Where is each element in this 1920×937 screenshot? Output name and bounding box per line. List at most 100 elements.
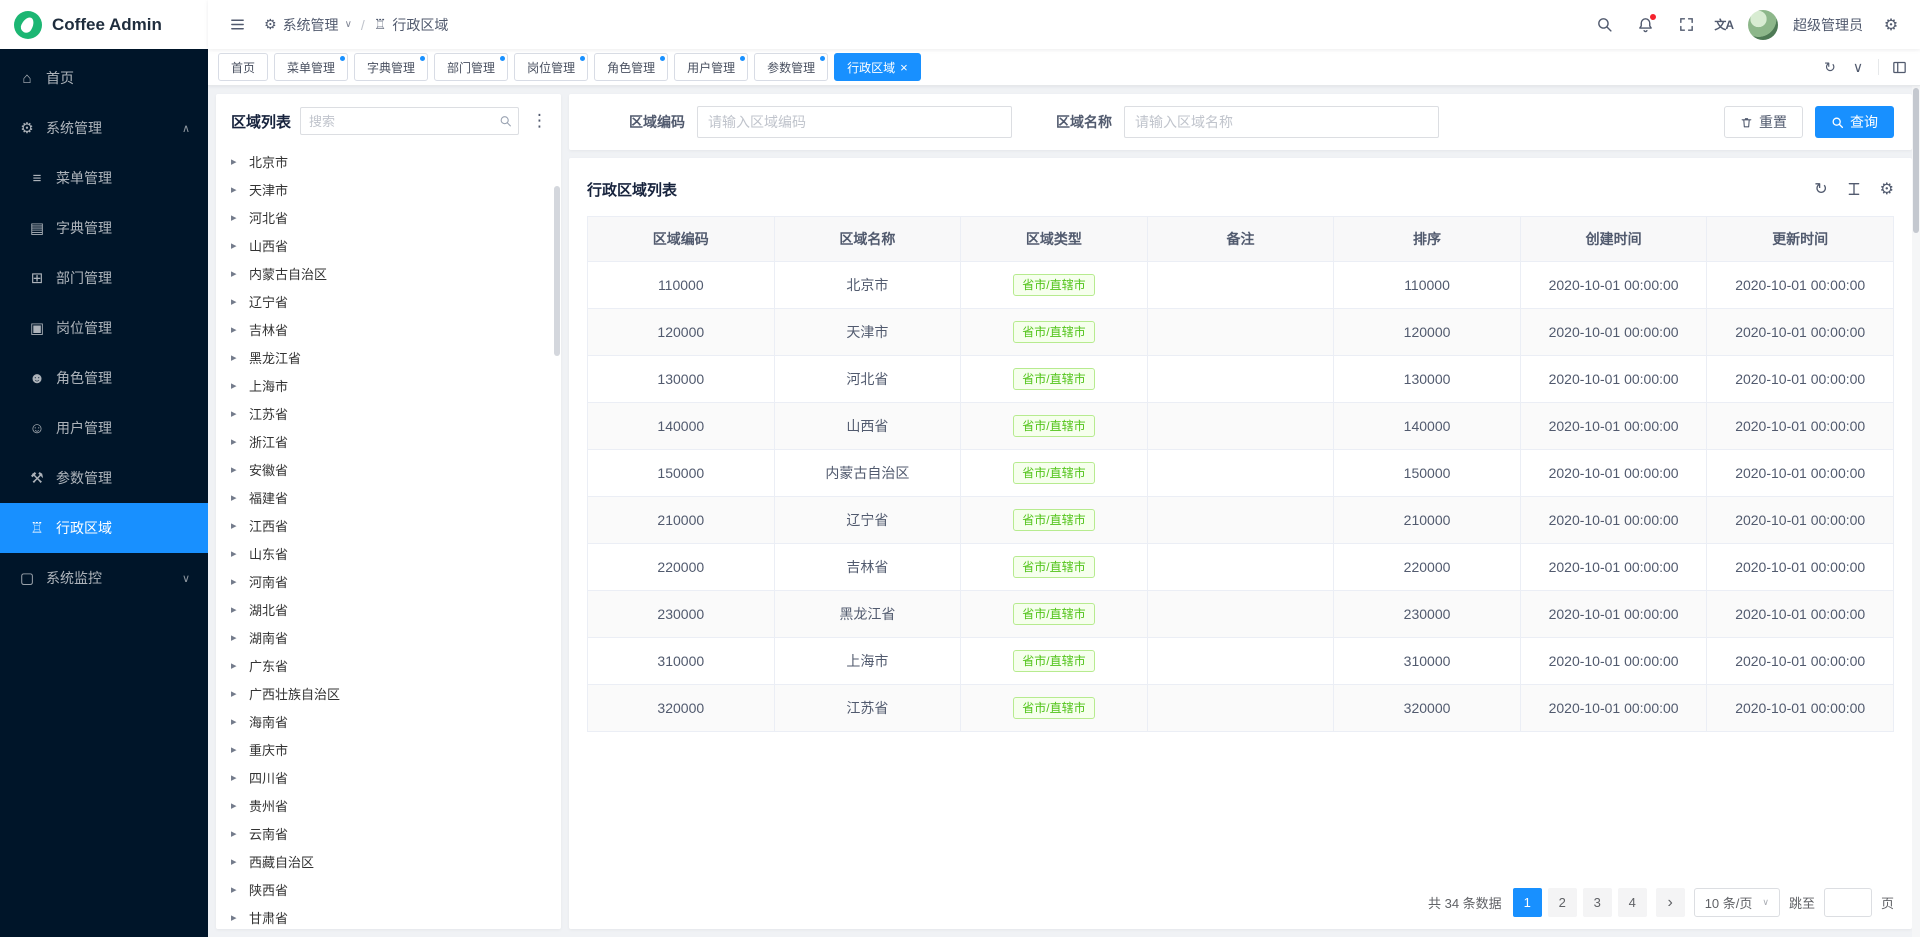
refresh-icon[interactable]: ↻: [1819, 54, 1841, 80]
sidebar-menu-item[interactable]: ⊞ 部门管理: [0, 253, 208, 303]
bell-icon[interactable]: [1632, 12, 1658, 38]
table-row[interactable]: 120000 天津市 省市/直辖市 120000 2020-10-01 00:0…: [588, 309, 1894, 356]
caret-right-icon[interactable]: ▸: [231, 183, 241, 196]
tab-close-icon[interactable]: ×: [900, 61, 908, 74]
tab[interactable]: 岗位管理 ×: [514, 53, 588, 81]
table-row[interactable]: 210000 辽宁省 省市/直辖市 210000 2020-10-01 00:0…: [588, 497, 1894, 544]
caret-right-icon[interactable]: ▸: [231, 295, 241, 308]
tree-node[interactable]: ▸ 江苏省: [216, 399, 561, 427]
tree-node[interactable]: ▸ 重庆市: [216, 735, 561, 763]
tree-node[interactable]: ▸ 安徽省: [216, 455, 561, 483]
caret-right-icon[interactable]: ▸: [231, 855, 241, 868]
column-header[interactable]: 排序: [1334, 217, 1521, 262]
tree-node[interactable]: ▸ 上海市: [216, 371, 561, 399]
reset-button[interactable]: 重置: [1724, 106, 1803, 138]
sidebar-menu-item[interactable]: ⌂ 首页: [0, 53, 208, 103]
caret-right-icon[interactable]: ▸: [231, 463, 241, 476]
sidebar-menu-item[interactable]: ☺ 用户管理: [0, 403, 208, 453]
caret-right-icon[interactable]: ▸: [231, 687, 241, 700]
caret-right-icon[interactable]: ▸: [231, 911, 241, 924]
tree-node[interactable]: ▸ 黑龙江省: [216, 343, 561, 371]
sidebar-menu-item[interactable]: ▢ 系统监控 ∨: [0, 553, 208, 603]
caret-right-icon[interactable]: ▸: [231, 715, 241, 728]
translate-icon[interactable]: 文A: [1714, 12, 1733, 38]
breadcrumb-root[interactable]: ⚙ 系统管理 ∨: [264, 15, 352, 35]
page-button[interactable]: 1: [1513, 888, 1542, 917]
tree-node[interactable]: ▸ 陕西省: [216, 875, 561, 903]
column-header[interactable]: 区域类型: [961, 217, 1148, 262]
caret-right-icon[interactable]: ▸: [231, 631, 241, 644]
more-options-icon[interactable]: ⋮: [528, 111, 551, 131]
column-header[interactable]: 创建时间: [1520, 217, 1707, 262]
tree-scrollbar[interactable]: [554, 186, 560, 929]
jump-page-input[interactable]: [1824, 888, 1872, 917]
tab[interactable]: 菜单管理 ×: [274, 53, 348, 81]
tab[interactable]: 首页 ×: [218, 53, 268, 81]
page-button[interactable]: 2: [1548, 888, 1577, 917]
column-header[interactable]: 更新时间: [1707, 217, 1894, 262]
tree-node[interactable]: ▸ 辽宁省: [216, 287, 561, 315]
app-logo[interactable]: Coffee Admin: [0, 0, 208, 49]
tabs-dropdown-chevron-icon[interactable]: ∨: [1847, 54, 1869, 80]
column-settings-icon[interactable]: ⚙: [1880, 179, 1894, 199]
caret-right-icon[interactable]: ▸: [231, 379, 241, 392]
tree-node[interactable]: ▸ 云南省: [216, 819, 561, 847]
caret-right-icon[interactable]: ▸: [231, 827, 241, 840]
caret-right-icon[interactable]: ▸: [231, 239, 241, 252]
tree-node[interactable]: ▸ 福建省: [216, 483, 561, 511]
fullscreen-icon[interactable]: [1673, 12, 1699, 38]
tree-node[interactable]: ▸ 甘肃省: [216, 903, 561, 929]
tree-node[interactable]: ▸ 湖北省: [216, 595, 561, 623]
caret-right-icon[interactable]: ▸: [231, 211, 241, 224]
search-icon[interactable]: [1591, 12, 1617, 38]
tree-node[interactable]: ▸ 山西省: [216, 231, 561, 259]
column-header[interactable]: 区域名称: [774, 217, 961, 262]
sidebar-menu-item[interactable]: ▤ 字典管理: [0, 203, 208, 253]
caret-right-icon[interactable]: ▸: [231, 743, 241, 756]
sidebar-menu-item[interactable]: ▣ 岗位管理: [0, 303, 208, 353]
caret-right-icon[interactable]: ▸: [231, 267, 241, 280]
caret-right-icon[interactable]: ▸: [231, 659, 241, 672]
refresh-icon[interactable]: ↻: [1814, 179, 1827, 199]
settings-gear-icon[interactable]: ⚙: [1878, 12, 1904, 38]
tree-node[interactable]: ▸ 四川省: [216, 763, 561, 791]
sidebar-menu-item[interactable]: ≡ 菜单管理: [0, 153, 208, 203]
tab[interactable]: 字典管理 ×: [354, 53, 428, 81]
caret-right-icon[interactable]: ▸: [231, 519, 241, 532]
tree-node[interactable]: ▸ 内蒙古自治区: [216, 259, 561, 287]
caret-right-icon[interactable]: ▸: [231, 491, 241, 504]
page-scrollbar[interactable]: [1912, 86, 1920, 937]
tree-node[interactable]: ▸ 河南省: [216, 567, 561, 595]
sidebar-menu-item[interactable]: ⚙ 系统管理 ∧: [0, 103, 208, 153]
user-avatar[interactable]: [1748, 10, 1778, 40]
table-row[interactable]: 320000 江苏省 省市/直辖市 320000 2020-10-01 00:0…: [588, 685, 1894, 732]
tab[interactable]: 行政区域 ×: [834, 53, 921, 81]
tree-node[interactable]: ▸ 贵州省: [216, 791, 561, 819]
sidebar-toggle-icon[interactable]: [224, 12, 250, 38]
table-row[interactable]: 110000 北京市 省市/直辖市 110000 2020-10-01 00:0…: [588, 262, 1894, 309]
search-icon[interactable]: [499, 115, 512, 128]
page-size-select[interactable]: 10 条/页 ∨: [1694, 888, 1780, 917]
table-row[interactable]: 220000 吉林省 省市/直辖市 220000 2020-10-01 00:0…: [588, 544, 1894, 591]
tree-node[interactable]: ▸ 山东省: [216, 539, 561, 567]
caret-right-icon[interactable]: ▸: [231, 323, 241, 336]
sidebar-menu-item[interactable]: ⚒ 参数管理: [0, 453, 208, 503]
tree-node[interactable]: ▸ 北京市: [216, 147, 561, 175]
tree-node[interactable]: ▸ 广西壮族自治区: [216, 679, 561, 707]
caret-right-icon[interactable]: ▸: [231, 155, 241, 168]
tree-node[interactable]: ▸ 湖南省: [216, 623, 561, 651]
caret-right-icon[interactable]: ▸: [231, 407, 241, 420]
caret-right-icon[interactable]: ▸: [231, 799, 241, 812]
column-header[interactable]: 备注: [1147, 217, 1334, 262]
tree-node[interactable]: ▸ 浙江省: [216, 427, 561, 455]
tree-node[interactable]: ▸ 天津市: [216, 175, 561, 203]
table-row[interactable]: 140000 山西省 省市/直辖市 140000 2020-10-01 00:0…: [588, 403, 1894, 450]
tab[interactable]: 部门管理 ×: [434, 53, 508, 81]
caret-right-icon[interactable]: ▸: [231, 435, 241, 448]
layout-panel-icon[interactable]: [1888, 54, 1910, 80]
username[interactable]: 超级管理员: [1793, 15, 1863, 35]
region-name-input[interactable]: [1124, 106, 1439, 138]
tab[interactable]: 用户管理 ×: [674, 53, 748, 81]
page-button[interactable]: 3: [1583, 888, 1612, 917]
table-row[interactable]: 230000 黑龙江省 省市/直辖市 230000 2020-10-01 00:…: [588, 591, 1894, 638]
